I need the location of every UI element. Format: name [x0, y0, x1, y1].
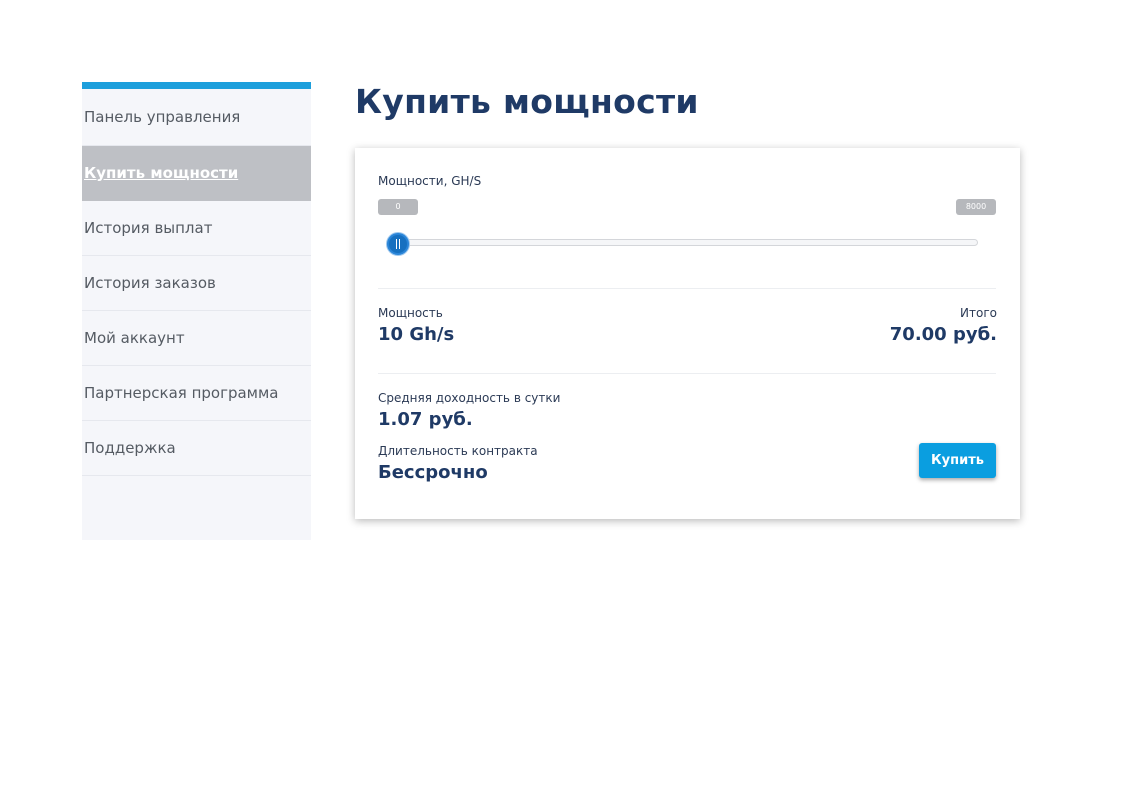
- power-slider-track[interactable]: [391, 239, 978, 246]
- slider-label: Мощности, GH/S: [378, 174, 482, 188]
- daily-income-label: Средняя доходность в сутки: [378, 391, 561, 405]
- sidebar-item-buy-power[interactable]: Купить мощности: [82, 146, 311, 201]
- sidebar-item-order-history[interactable]: История заказов: [82, 256, 311, 311]
- sidebar-item-payout-history[interactable]: История выплат: [82, 201, 311, 256]
- sidebar-item-dashboard[interactable]: Панель управления: [82, 89, 311, 146]
- slider-max-badge: 8000: [956, 199, 996, 215]
- power-slider-handle[interactable]: [387, 233, 409, 255]
- page-title: Купить мощности: [355, 82, 699, 121]
- divider: [378, 288, 996, 289]
- contract-duration-value: Бессрочно: [378, 462, 488, 483]
- contract-duration-label: Длительность контракта: [378, 444, 538, 458]
- sidebar-item-support[interactable]: Поддержка: [82, 421, 311, 476]
- sidebar-item-partner-program[interactable]: Партнерская программа: [82, 366, 311, 421]
- purchase-card: Мощности, GH/S 0 8000 Мощность 10 Gh/s И…: [355, 148, 1020, 519]
- total-value: 70.00 руб.: [889, 324, 997, 345]
- power-value: 10 Gh/s: [378, 324, 455, 345]
- power-label: Мощность: [378, 306, 443, 320]
- divider: [378, 373, 996, 374]
- sidebar-item-my-account[interactable]: Мой аккаунт: [82, 311, 311, 366]
- buy-button[interactable]: Купить: [919, 443, 996, 478]
- slider-min-badge: 0: [378, 199, 418, 215]
- daily-income-value: 1.07 руб.: [378, 409, 473, 430]
- sidebar: Панель управления Купить мощности Истори…: [82, 82, 311, 540]
- total-label: Итого: [960, 306, 997, 320]
